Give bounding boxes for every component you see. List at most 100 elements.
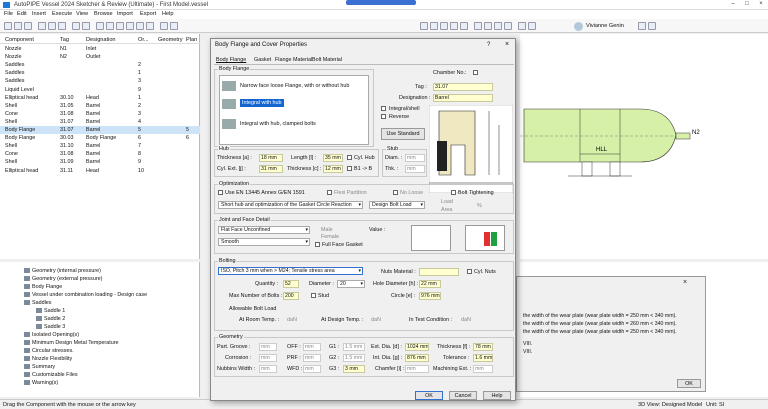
3d-view[interactable]: N2 HLL xyxy=(520,34,768,259)
calculate-icon[interactable] xyxy=(160,22,168,30)
copy-icon[interactable] xyxy=(48,22,56,30)
table-row[interactable]: Nozzle N1 Inlet xyxy=(0,45,200,53)
male-radio[interactable]: Male xyxy=(321,227,333,233)
ext-dia-input[interactable]: 1024 mm xyxy=(405,343,429,351)
tree-item[interactable]: Vessel under combination loading - Desig… xyxy=(24,292,147,300)
table-row[interactable]: Body Flange 31.07 Barrel 5 5 xyxy=(0,126,200,134)
menu-view[interactable]: View xyxy=(76,11,88,17)
corrosion-input[interactable]: mm xyxy=(259,354,277,362)
col-designation[interactable]: Designation xyxy=(86,37,116,43)
tolerance-input[interactable]: 1.6 mm xyxy=(473,354,493,362)
settings-icon[interactable] xyxy=(638,22,646,30)
save-icon[interactable] xyxy=(24,22,32,30)
menu-file[interactable]: File xyxy=(4,11,13,17)
head-icon[interactable] xyxy=(116,22,124,30)
cone-icon[interactable] xyxy=(106,22,114,30)
cyl-nuts-checkbox[interactable] xyxy=(467,269,472,274)
tab-body-flange[interactable]: Body Flange xyxy=(216,57,246,63)
stub-thk-input[interactable]: mm xyxy=(405,165,425,173)
cyl-ext-input[interactable]: 31 mm xyxy=(259,165,283,173)
saddle-icon[interactable] xyxy=(146,22,154,30)
reverse-checkbox[interactable] xyxy=(381,114,386,119)
tree-item[interactable]: Saddle 1 xyxy=(36,308,65,316)
tree-item[interactable]: Geometry (internal pressure) xyxy=(24,268,101,276)
close-icon[interactable]: × xyxy=(683,279,687,286)
circle-input[interactable]: 976 mm xyxy=(419,292,441,300)
redo-icon[interactable] xyxy=(82,22,90,30)
table-row[interactable]: Nozzle N2 Outlet xyxy=(0,53,200,61)
no-loose-checkbox[interactable] xyxy=(393,190,398,195)
optimization-select[interactable]: Short hub and optimization of the Gasket… xyxy=(218,201,363,209)
zoom-fit-icon[interactable] xyxy=(450,22,458,30)
menu-export[interactable]: Export xyxy=(140,11,156,17)
help-button[interactable]: Help xyxy=(483,391,511,400)
message-ok-button[interactable]: OK xyxy=(677,379,701,388)
help-icon[interactable]: ? xyxy=(487,42,490,48)
flexi-checkbox[interactable] xyxy=(327,190,332,195)
thickness-f-input[interactable]: 78 mm xyxy=(473,343,493,351)
avatar[interactable] xyxy=(574,22,583,31)
tree-item[interactable]: Body Flange xyxy=(24,284,62,292)
flange-type-item[interactable]: Narrow face loose Flange, with or withou… xyxy=(222,78,362,94)
tab-bolt-material[interactable]: Bolt Material xyxy=(312,57,342,63)
nuts-material-input[interactable] xyxy=(419,268,459,276)
tree-item[interactable]: Circular stresses. xyxy=(24,348,74,356)
menu-edit[interactable]: Edit xyxy=(17,11,27,17)
tree-item[interactable]: Warning(s) xyxy=(24,380,58,388)
report-icon[interactable] xyxy=(170,22,178,30)
ok-button[interactable]: OK xyxy=(415,391,443,400)
table-row[interactable]: Elliptical head 31.11 Head 10 xyxy=(0,167,200,175)
tree-item[interactable]: Geometry (external pressure) xyxy=(24,276,102,284)
finish-select[interactable]: Smooth xyxy=(218,238,310,246)
col-tag[interactable]: Tag xyxy=(60,37,69,43)
table-row[interactable]: Saddles 1 xyxy=(0,69,200,77)
cut-icon[interactable] xyxy=(38,22,46,30)
design-bolt-select[interactable]: Design Bolt Load xyxy=(369,201,425,209)
b1-checkbox[interactable] xyxy=(347,166,352,171)
new-icon[interactable] xyxy=(4,22,12,30)
chamfer-input[interactable]: mm xyxy=(405,365,429,373)
diameter-select[interactable]: 20 xyxy=(337,280,365,288)
tree-item[interactable]: Nozzle Flexibility xyxy=(24,356,72,364)
quantity-input[interactable]: 52 xyxy=(283,280,299,288)
stud-checkbox[interactable] xyxy=(311,293,316,298)
tab-flange-material[interactable]: Flange Material xyxy=(275,57,312,63)
zoom-in-icon[interactable] xyxy=(430,22,438,30)
minimize-icon[interactable]: – xyxy=(726,1,740,9)
nozzle-icon[interactable] xyxy=(136,22,144,30)
table-row[interactable]: Shell 31.10 Barrel 7 xyxy=(0,142,200,150)
prf-input[interactable]: mm xyxy=(303,354,321,362)
table-row[interactable]: Cone 31.08 Barrel 3 xyxy=(0,110,200,118)
menu-help[interactable]: Help xyxy=(162,11,174,17)
col-plan[interactable]: Plan xyxy=(186,37,197,43)
chamber-checkbox[interactable] xyxy=(473,70,478,75)
close-icon[interactable]: × xyxy=(754,1,768,9)
table-row[interactable]: Elliptical head 30.10 Head 1 xyxy=(0,94,200,102)
machining-input[interactable]: mm xyxy=(473,365,493,373)
tree-item[interactable]: Saddle 3 xyxy=(36,324,65,332)
g3-input[interactable]: 3 mm xyxy=(343,365,365,373)
thickness-c-input[interactable]: 12 mm xyxy=(323,165,343,173)
face-select[interactable]: Flat Face Unconfined xyxy=(218,226,310,234)
female-radio[interactable]: Female xyxy=(321,234,339,240)
open-icon[interactable] xyxy=(14,22,22,30)
designation-input[interactable]: Barrel xyxy=(433,94,493,102)
wireframe-icon[interactable] xyxy=(528,22,536,30)
view-side-icon[interactable] xyxy=(494,22,502,30)
wfd-input[interactable]: mm xyxy=(303,365,321,373)
menu-import[interactable]: Import xyxy=(117,11,133,17)
tree-item[interactable]: Saddles xyxy=(24,300,51,308)
bolt-standard-select[interactable]: ISO, Pitch 3 mm when > M24; Tensile stre… xyxy=(218,267,363,275)
menu-execute[interactable]: Execute xyxy=(52,11,72,17)
maximize-icon[interactable]: □ xyxy=(740,1,754,9)
nubbins-input[interactable]: mm xyxy=(259,365,277,373)
cyl-hub-checkbox[interactable] xyxy=(347,155,352,160)
shell-icon[interactable] xyxy=(96,22,104,30)
use-standard-button[interactable]: Use Standard xyxy=(381,128,425,140)
flange-type-item[interactable]: Integral with hub xyxy=(222,96,362,112)
rotate-icon[interactable] xyxy=(460,22,468,30)
use-en-checkbox[interactable] xyxy=(218,190,223,195)
menu-insert[interactable]: Insert xyxy=(32,11,46,17)
view-iso-icon[interactable] xyxy=(504,22,512,30)
table-row[interactable]: Cone 31.08 Barrel 8 xyxy=(0,150,200,158)
